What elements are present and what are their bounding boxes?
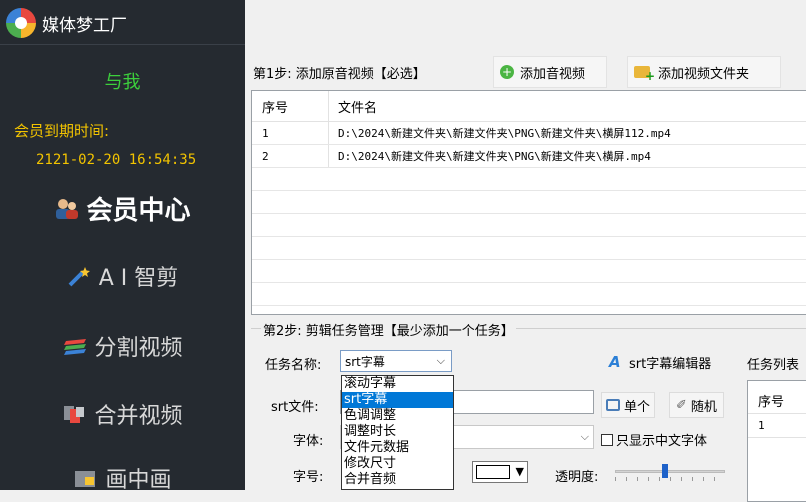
chevron-down-icon: ▼ [515,465,524,478]
row-filename: D:\2024\新建文件夹\新建文件夹\PNG\新建文件夹\横屏.mp4 [338,150,651,163]
brand: 媒体梦工厂 [6,6,127,40]
step2-label: 第2步: 剪辑任务管理【最少添加一个任务】 [261,320,516,339]
column-header-no[interactable]: 序号 [262,91,288,121]
divider [748,437,806,438]
row-no: 2 [262,149,269,163]
nav-vip-center[interactable]: 会员中心 [0,188,245,228]
task-dropdown-list[interactable]: 滚动字幕 srt字幕 色调调整 调整时长 文件元数据 修改尺寸 合并音频 [341,375,454,490]
pencil-icon: ✐ [676,397,687,413]
split-layers-icon [62,335,88,357]
membership-expire-label: 会员到期时间: [14,122,110,140]
srt-editor-label: srt字幕编辑器 [629,356,712,372]
pip-icon [73,467,99,489]
slider-ticks [615,477,725,481]
sidebar-divider [0,44,245,45]
main-panel: 第1步: 添加原音视频【必选】 + 添加音视频 添加视频文件夹 序号 文件名 1… [245,0,806,502]
task-list-row-no[interactable]: 1 [758,419,765,432]
add-video-folder-button[interactable]: 添加视频文件夹 [627,56,781,88]
chevron-down-icon: ⌵ [436,354,445,367]
single-button[interactable]: 单个 [601,392,656,418]
table-row[interactable]: 2 D:\2024\新建文件夹\新建文件夹\PNG\新建文件夹\横屏.mp4 [252,145,806,168]
column-header-filename[interactable]: 文件名 [338,91,377,121]
table-row-empty [252,168,806,191]
task-selected-value: srt字幕 [345,354,385,369]
table-row-empty [252,237,806,260]
folder-add-icon [634,66,655,83]
slider-thumb[interactable] [661,464,668,478]
dropdown-option[interactable]: 滚动字幕 [342,376,453,392]
app-name: 媒体梦工厂 [42,15,127,36]
task-name-label: 任务名称: [265,358,322,373]
checkbox-icon [601,433,613,446]
membership-expire-value: 2121-02-20 16:54:35 [36,152,197,168]
table-row-empty [252,283,806,306]
chinese-fonts-only-label: 只显示中文字体 [616,434,708,449]
nav-ai-label: A I 智剪 [98,266,179,291]
font-size-label: 字号: [293,470,324,485]
nav-vip-label: 会员中心 [86,195,191,226]
task-list-table[interactable]: 序号 1 [747,380,806,502]
sidebar: 媒体梦工厂 与我 会员到期时间: 2121-02-20 16:54:35 会员中… [0,0,245,493]
task-list-label: 任务列表 [747,358,800,373]
dropdown-option[interactable]: 合并音频 [342,472,453,488]
task-name-select[interactable]: srt字幕 ⌵ [340,350,452,372]
single-label: 单个 [624,399,651,415]
dropdown-option-selected[interactable]: srt字幕 [342,392,453,408]
nav-picture-in-picture[interactable]: 画中画 [0,458,245,498]
add-video-folder-label: 添加视频文件夹 [658,66,750,82]
chinese-fonts-only-checkbox[interactable]: 只显示中文字体 [601,430,707,449]
task-list-header-no: 序号 [758,395,785,410]
nav-split-label: 分割视频 [94,336,183,361]
nav-merge-video[interactable]: 合并视频 [0,394,245,434]
font-color-picker[interactable]: ▼ [472,461,528,483]
table-row[interactable]: 1 D:\2024\新建文件夹\新建文件夹\PNG\新建文件夹\横屏112.mp… [252,122,806,145]
app-logo-icon [6,8,36,38]
dropdown-option[interactable]: 修改尺寸 [342,456,453,472]
add-audio-video-button[interactable]: + 添加音视频 [493,56,607,88]
add-audio-video-label: 添加音视频 [520,66,586,82]
nav-split-video[interactable]: 分割视频 [0,326,245,366]
vip-users-icon [54,197,80,219]
link-icon [606,399,620,411]
table-row-empty [252,214,806,237]
srt-editor-button[interactable]: A srt字幕编辑器 [609,350,711,374]
step1-label: 第1步: 添加原音视频【必选】 [253,67,426,82]
row-filename: D:\2024\新建文件夹\新建文件夹\PNG\新建文件夹\横屏112.mp4 [338,127,671,140]
table-row-empty [252,191,806,214]
add-circle-icon: + [500,65,514,79]
color-swatch [476,465,510,479]
nav-pip-label: 画中画 [105,468,172,493]
file-table[interactable]: 序号 文件名 1 D:\2024\新建文件夹\新建文件夹\PNG\新建文件夹\横… [251,90,806,315]
nav-merge-label: 合并视频 [94,404,183,429]
opacity-label: 透明度: [555,470,599,485]
table-header: 序号 文件名 [252,91,806,122]
chevron-down-icon: ⌵ [580,430,589,443]
random-button[interactable]: ✐ 随机 [669,392,724,418]
slider-track [615,470,725,473]
table-row-empty [252,260,806,283]
font-label: 字体: [293,434,324,449]
dropdown-option[interactable]: 文件元数据 [342,440,453,456]
opacity-slider[interactable] [615,462,725,482]
merge-blocks-icon [62,403,88,425]
user-name[interactable]: 与我 [0,68,245,94]
divider [748,413,806,414]
row-no: 1 [262,126,269,140]
srt-file-label: srt文件: [271,400,319,415]
ai-wand-icon [67,265,93,287]
dropdown-option[interactable]: 调整时长 [342,424,453,440]
subtitle-editor-icon: A [609,353,621,371]
dropdown-option[interactable]: 色调调整 [342,408,453,424]
nav-ai-cut[interactable]: A I 智剪 [0,256,245,296]
random-label: 随机 [690,399,717,415]
